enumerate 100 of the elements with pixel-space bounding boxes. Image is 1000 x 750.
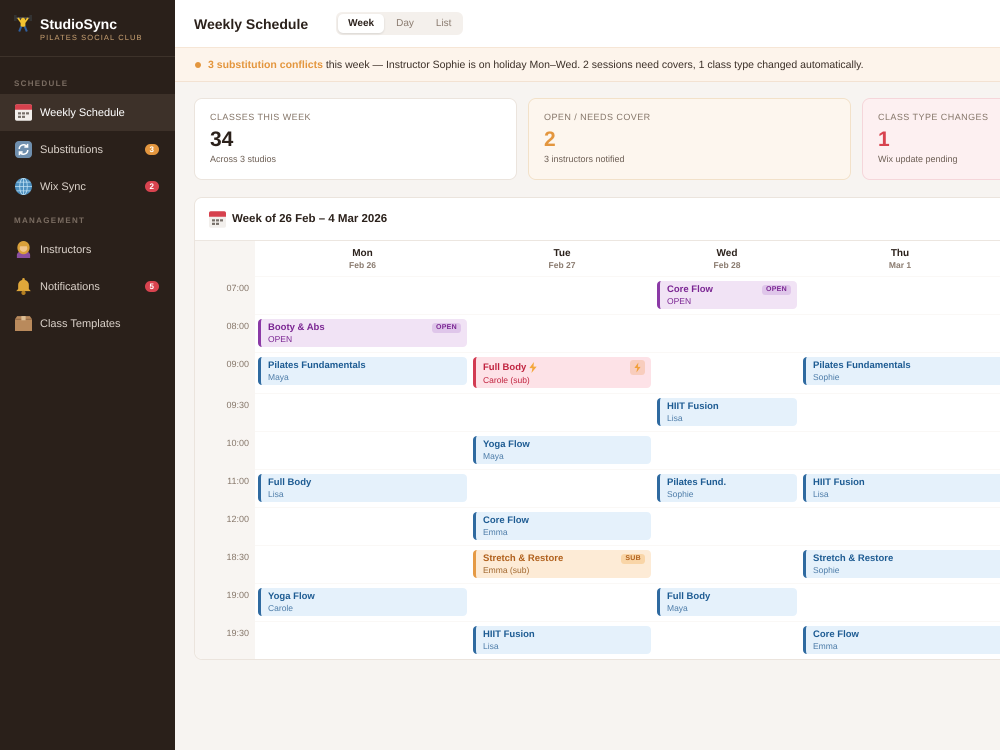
stat-note: Wix update pending xyxy=(878,154,959,165)
class-event[interactable]: Full Body Lisa xyxy=(258,474,467,502)
time-cell: 10:00 xyxy=(195,431,255,469)
class-subtitle: Maya xyxy=(483,451,505,461)
class-title: Pilates Fundamentals xyxy=(813,360,911,372)
day-date: Mar 1 xyxy=(888,260,912,271)
class-title: HIIT Fusion xyxy=(483,629,535,641)
view-tab[interactable]: List xyxy=(426,14,462,33)
class-event[interactable]: Core Flow Emma xyxy=(803,626,1000,654)
class-event[interactable]: Stretch & Restore Sophie xyxy=(803,550,1000,578)
time-cell: 09:00 xyxy=(195,352,255,393)
class-event[interactable]: HIIT Fusion Lisa xyxy=(803,474,1000,502)
class-title: HIIT Fusion xyxy=(813,477,865,489)
day-name: Tue xyxy=(552,248,572,260)
time-cell: 09:30 xyxy=(195,393,255,431)
class-subtitle: Lisa xyxy=(813,489,830,499)
alert-text: 3 substitution conflicts this week — Instructor Sophie is on holiday Mon–Wed. 2 sessions need covers, 1 class type changed automatically. xyxy=(208,58,864,70)
class-event[interactable]: Pilates Fundamentals Maya xyxy=(258,357,467,385)
section-label: MANAGEMENT xyxy=(13,215,86,227)
day-name: Wed xyxy=(716,248,738,260)
stat-label: CLASS TYPE CHANGES xyxy=(878,111,990,123)
class-event[interactable]: HIIT Fusion Lisa xyxy=(473,626,651,654)
stat-note: Across 3 studios xyxy=(210,154,278,165)
day-date: Feb 27 xyxy=(548,260,576,271)
class-title: Full Body xyxy=(667,591,710,603)
class-title: Yoga Flow xyxy=(268,591,315,603)
weightlifter-icon xyxy=(14,14,32,32)
class-subtitle: Maya xyxy=(268,372,290,382)
nav-item[interactable]: Class Templates xyxy=(0,305,175,342)
view-tab[interactable]: Week xyxy=(338,14,384,33)
class-event[interactable]: Pilates Fund. Sophie xyxy=(657,474,797,502)
class-subtitle: Lisa xyxy=(483,641,500,651)
class-subtitle: Carole (sub) xyxy=(483,375,531,385)
nav-item[interactable]: Notifications 5 xyxy=(0,268,175,305)
count-badge: 5 xyxy=(144,281,159,292)
calendar-icon xyxy=(209,210,226,228)
time-cell: 12:00 xyxy=(195,507,255,545)
lightning-icon xyxy=(529,362,538,373)
class-subtitle: Emma (sub) xyxy=(483,565,530,575)
nav-item[interactable]: Weekly Schedule xyxy=(0,94,175,131)
class-event[interactable]: HIIT Fusion Lisa xyxy=(657,398,797,426)
class-title: Full Body xyxy=(268,477,312,489)
class-subtitle: Sophie xyxy=(813,372,840,382)
class-subtitle: Lisa xyxy=(667,413,684,423)
week-title: Week of 26 Feb – 4 Mar 2026 xyxy=(232,213,388,225)
class-title: Stretch & Restore xyxy=(813,553,894,565)
count-badge: 3 xyxy=(144,144,159,155)
brand-name: StudioSync xyxy=(40,16,118,32)
refresh-icon xyxy=(15,141,32,158)
bell-icon xyxy=(15,278,32,295)
class-title: HIIT Fusion xyxy=(667,401,719,413)
status-dot-icon xyxy=(195,62,201,68)
class-event[interactable]: Full Body Maya xyxy=(657,588,797,616)
class-event[interactable]: Yoga Flow Maya xyxy=(473,436,651,464)
class-subtitle: Maya xyxy=(667,603,689,613)
nav-item[interactable]: Instructors xyxy=(0,231,175,268)
stat-value: 2 xyxy=(544,128,557,152)
stat-note: 3 instructors notified xyxy=(544,154,626,165)
stat-value: 34 xyxy=(210,128,234,152)
class-title: Booty & Abs xyxy=(268,322,325,334)
count-badge: 2 xyxy=(144,181,159,192)
day-name: Thu xyxy=(890,248,910,260)
day-date: Feb 26 xyxy=(348,260,377,271)
class-title: Pilates Fund. xyxy=(667,477,726,489)
class-event[interactable]: Pilates Fundamentals Sophie xyxy=(803,357,1000,385)
class-event[interactable]: Yoga Flow Carole xyxy=(258,588,467,616)
calendar-icon xyxy=(15,104,32,121)
class-title: Full Body xyxy=(483,362,526,374)
class-subtitle: Carole xyxy=(268,603,294,613)
time-cell: 19:00 xyxy=(195,583,255,621)
class-subtitle: OPEN xyxy=(667,296,692,306)
time-cell: 18:30 xyxy=(195,545,255,583)
view-tab[interactable]: Day xyxy=(386,14,424,33)
section-label: SCHEDULE xyxy=(13,78,70,90)
class-title: Core Flow xyxy=(813,629,859,641)
day-name: Mon xyxy=(351,248,374,260)
lightning-icon xyxy=(630,360,645,375)
class-title: Pilates Fundamentals xyxy=(268,360,366,372)
box-icon xyxy=(15,315,32,332)
class-event[interactable]: Core Flow Emma xyxy=(473,512,651,540)
stat-label: CLASSES THIS WEEK xyxy=(210,111,312,123)
time-cell: 19:30 xyxy=(195,621,255,659)
class-title: Yoga Flow xyxy=(483,439,530,451)
nav-item[interactable]: Wix Sync 2 xyxy=(0,168,175,205)
page-title: Weekly Schedule xyxy=(194,16,308,32)
class-subtitle: Sophie xyxy=(667,489,694,499)
class-subtitle: Lisa xyxy=(268,489,285,499)
class-event[interactable]: Full Body Carole (sub) xyxy=(473,357,651,388)
stat-value: 1 xyxy=(878,128,891,152)
class-title: Stretch & Restore xyxy=(483,553,564,565)
time-cell: 08:00 xyxy=(195,314,255,352)
time-cell: 11:00 xyxy=(195,469,255,507)
globe-icon xyxy=(15,178,32,195)
class-subtitle: Emma xyxy=(483,527,509,537)
class-subtitle: OPEN xyxy=(268,334,294,344)
nav-item[interactable]: Substitutions 3 xyxy=(0,131,175,168)
stat-label: OPEN / NEEDS COVER xyxy=(544,111,652,123)
person-icon xyxy=(15,241,32,258)
class-title: Core Flow xyxy=(483,515,529,527)
day-date: Feb 28 xyxy=(712,260,742,271)
